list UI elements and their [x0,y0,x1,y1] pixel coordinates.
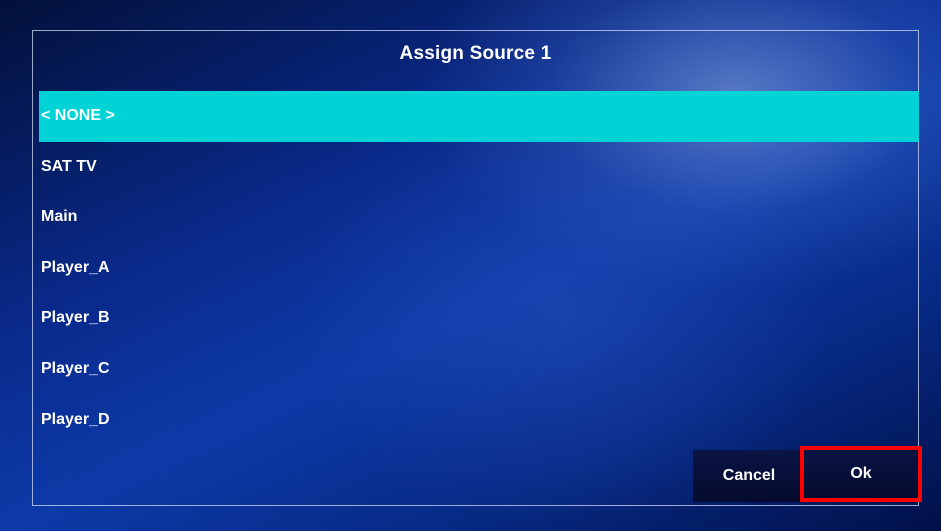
screen-background: Assign Source 1 < NONE > SAT TV Main Pla… [0,0,941,531]
dialog-title: Assign Source 1 [399,43,552,64]
source-item-player-d[interactable]: Player_D [39,395,919,446]
assign-source-dialog: Assign Source 1 < NONE > SAT TV Main Pla… [32,30,919,506]
ok-button[interactable]: Ok [800,446,922,502]
source-item-main[interactable]: Main [39,192,919,243]
source-item-player-b[interactable]: Player_B [39,293,919,344]
source-list: < NONE > SAT TV Main Player_A Player_B P… [39,91,919,445]
source-item-none[interactable]: < NONE > [39,91,919,142]
source-item-player-c[interactable]: Player_C [39,344,919,395]
source-item-player-a[interactable]: Player_A [39,243,919,294]
source-item-sat-tv[interactable]: SAT TV [39,142,919,193]
cancel-button[interactable]: Cancel [693,450,805,502]
